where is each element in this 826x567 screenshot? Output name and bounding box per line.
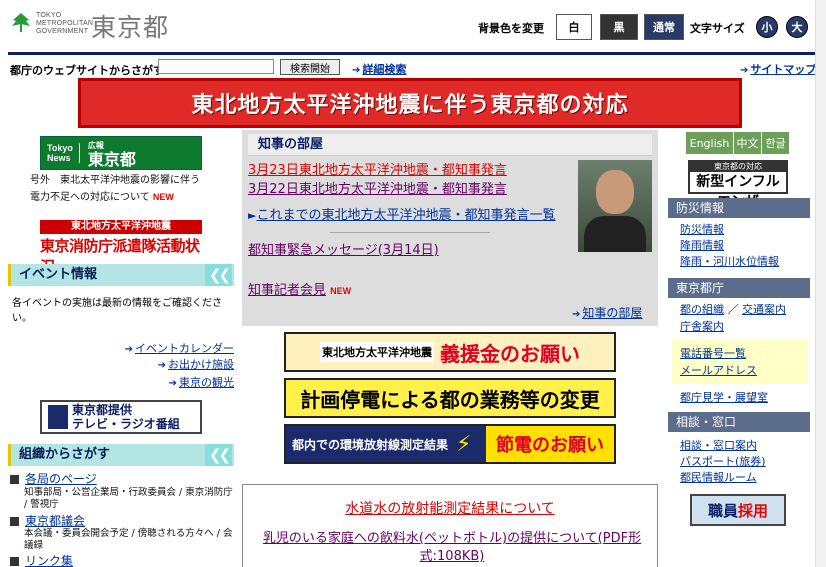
governor-room-link[interactable]: ➔ 知事の部屋 bbox=[572, 304, 642, 321]
bureau-pages-sub: 知事部局・公営企業局・行政委員会 / 東京消防庁 / 警視庁 bbox=[24, 487, 233, 510]
org-section-header: 組織からさがす ❮❮ bbox=[8, 444, 234, 466]
press-conference-link[interactable]: 知事記者会見 NEW bbox=[248, 282, 351, 300]
bg-color-label: 背景色を変更 bbox=[478, 22, 544, 35]
event-description: 各イベントの実施は最新の情報をご確認ください。 bbox=[12, 298, 222, 324]
donation-banner[interactable]: 東北地方太平洋沖地震 義援金のお願い bbox=[284, 332, 616, 372]
links-link[interactable]: リンク集 bbox=[10, 552, 73, 567]
info-room-link[interactable]: 都民情報ルーム bbox=[680, 469, 757, 485]
lang-english[interactable]: English bbox=[686, 132, 734, 154]
bousai-section-header: 防災情報 bbox=[668, 198, 810, 218]
river-level-link[interactable]: 降雨・河川水位情報 bbox=[680, 253, 779, 269]
tokyo-sightseeing-link[interactable]: ➔ 東京の観光 bbox=[114, 374, 234, 390]
new-badge: NEW bbox=[152, 192, 174, 202]
search-button[interactable]: 検索開始 bbox=[280, 59, 340, 75]
assembly-link[interactable]: 東京都議会 bbox=[10, 512, 85, 529]
kouhou-title: 広報 東京都 bbox=[87, 141, 136, 169]
event-section-header: イベント情報 ❮❮ bbox=[8, 264, 234, 286]
language-selector: English 中文 한글 bbox=[686, 132, 790, 154]
font-large-button[interactable]: 大 bbox=[786, 16, 808, 38]
tocho-section-header: 東京都庁 bbox=[668, 278, 810, 298]
governor-photo bbox=[578, 160, 652, 252]
tocho-links-row: 都の組織 ／ 交通案内 bbox=[680, 303, 786, 316]
event-calendar-link[interactable]: ➔ イベントカレンダー bbox=[114, 340, 234, 356]
scrollbar[interactable] bbox=[815, 0, 826, 567]
tour-link[interactable]: 都庁見学・展望室 bbox=[680, 389, 768, 405]
new-badge: NEW bbox=[330, 286, 352, 296]
planned-outage-banner[interactable]: 計画停電による都の業務等の変更 bbox=[284, 378, 616, 418]
tv-radio-button[interactable]: 東京都提供 テレビ・ラジオ番組 bbox=[40, 400, 202, 434]
extra-notice[interactable]: 号外 東北太平洋沖地震の影響に伴う 電力不足への対応について NEW bbox=[30, 172, 230, 206]
tokyo-logo-icon[interactable] bbox=[10, 12, 32, 34]
org-link[interactable]: 都の組織 bbox=[680, 303, 724, 316]
bousai-link[interactable]: 防災情報 bbox=[680, 221, 724, 237]
header-divider bbox=[8, 52, 820, 55]
assembly-sub: 本会議・委員会開会予定 / 傍聴される方々へ / 会議録 bbox=[24, 528, 233, 551]
bottled-water-link[interactable]: 乳児のいる家庭への飲料水(ペットボトル)の提供について(PDF形式:108KB) bbox=[256, 530, 648, 566]
governor-link-0322[interactable]: 3月22日東北地方太平洋沖地震・都知事発言 bbox=[248, 181, 507, 199]
earthquake-response-banner[interactable]: 東北地方太平洋沖地震に伴う東京都の対応 bbox=[78, 78, 742, 128]
font-small-button[interactable]: 小 bbox=[756, 16, 778, 38]
phone-list-link[interactable]: 電話番号一覧 bbox=[680, 345, 746, 361]
governor-emergency-link[interactable]: 都知事緊急メッセージ(3月14日) bbox=[248, 242, 439, 260]
bg-normal-button[interactable]: 通常 bbox=[644, 14, 684, 40]
lightning-icon: ⚡ bbox=[456, 431, 472, 457]
divider bbox=[330, 232, 490, 233]
rainfall-link[interactable]: 降雨情報 bbox=[680, 237, 724, 253]
bureau-pages-link[interactable]: 各局のページ bbox=[10, 470, 97, 487]
consultation-link[interactable]: 相談・窓口案内 bbox=[680, 437, 757, 453]
water-radiation-link[interactable]: 水道水の放射能測定結果について bbox=[242, 498, 658, 518]
lang-chinese[interactable]: 中文 bbox=[734, 132, 762, 154]
lang-korean[interactable]: 한글 bbox=[762, 132, 790, 154]
building-guide-link[interactable]: 庁舎案内 bbox=[680, 318, 724, 334]
search-input[interactable] bbox=[158, 59, 274, 74]
governor-link-0323[interactable]: 3月23日東北地方太平洋沖地震・都知事発言 bbox=[248, 162, 507, 180]
tokyo-news-label: Tokyo News bbox=[41, 143, 80, 163]
bg-black-button[interactable]: 黒 bbox=[600, 14, 638, 40]
sitemap-link[interactable]: ➔ サイトマップ bbox=[740, 61, 816, 77]
logo-title[interactable]: 東京都 bbox=[91, 8, 169, 44]
recruitment-banner[interactable]: 職員 採用 bbox=[690, 494, 786, 526]
search-label: 都庁のウェブサイトからさがす bbox=[10, 64, 164, 77]
email-link[interactable]: メールアドレス bbox=[680, 362, 757, 378]
radiation-energy-banner[interactable]: 都内での環境放射線測定結果 ⚡ 節電のお願い bbox=[284, 424, 616, 464]
logo-subtitle: TOKYO METROPOLITAN GOVERNMENT bbox=[36, 12, 94, 35]
fire-dept-header[interactable]: 東北地方太平洋沖地震 bbox=[40, 220, 202, 234]
governor-section-title: 知事の部屋 bbox=[248, 134, 652, 156]
access-link[interactable]: 交通案内 bbox=[742, 303, 786, 316]
governor-link-list[interactable]: ►これまでの東北地方太平洋沖地震・都知事発言一覧 bbox=[248, 207, 555, 225]
kouhou-tokyo-banner[interactable]: Tokyo News 広報 東京都 bbox=[40, 136, 202, 170]
influenza-banner[interactable]: 東京都の対応 新型インフルエンザ bbox=[688, 160, 788, 210]
font-size-label: 文字サイズ bbox=[690, 22, 745, 35]
chevron-left-icon: ❮❮ bbox=[204, 444, 232, 466]
soudan-section-header: 相談・窓口 bbox=[668, 412, 810, 432]
tv-icon bbox=[48, 405, 68, 429]
outing-facility-link[interactable]: ➔ お出かけ施設 bbox=[114, 356, 234, 372]
chevron-left-icon: ❮❮ bbox=[204, 264, 232, 286]
passport-link[interactable]: パスポート(旅券) bbox=[680, 453, 766, 469]
arrow-icon: ➔ bbox=[352, 65, 361, 76]
arrow-icon: ➔ bbox=[740, 65, 749, 76]
bg-white-button[interactable]: 白 bbox=[556, 14, 592, 40]
advanced-search-link[interactable]: ➔ 詳細検索 bbox=[352, 61, 406, 77]
